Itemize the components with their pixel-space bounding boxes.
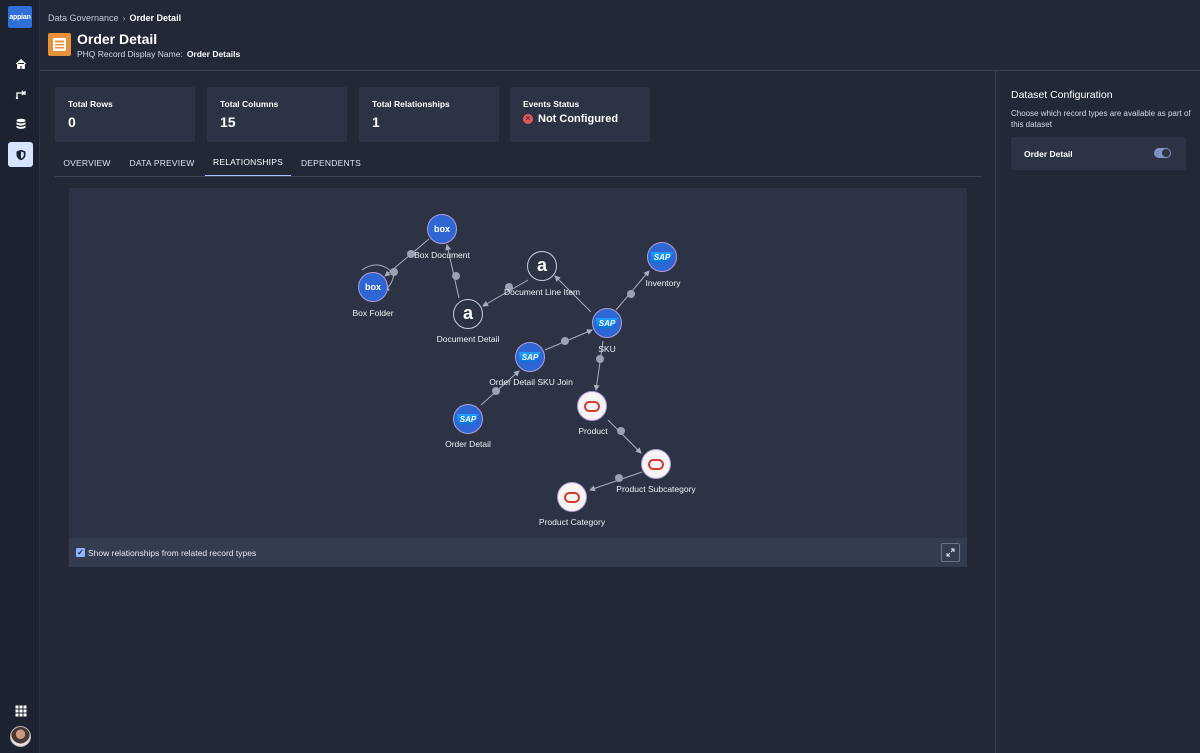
edge <box>607 419 642 454</box>
show-related-checkbox[interactable]: ✓ <box>76 548 85 557</box>
node-document-detail[interactable]: a <box>453 299 483 329</box>
node-label: Product Category <box>538 517 606 527</box>
node-document-line-item[interactable]: a <box>527 251 557 281</box>
oracle-icon <box>564 491 580 503</box>
dataset-row-label: Order Detail <box>1024 149 1073 159</box>
tab-dependents[interactable]: DEPENDENTS <box>295 148 367 177</box>
sap-icon: SAP <box>650 251 674 263</box>
page-title: Order Detail <box>77 31 158 47</box>
home-icon[interactable] <box>8 51 33 76</box>
node-sku[interactable]: SAP <box>592 308 622 338</box>
node-label: Box Folder <box>352 308 394 318</box>
oracle-icon <box>584 400 600 412</box>
node-label: Order Detail SKU Join <box>489 377 573 387</box>
stat-card-total-rows: Total Rows 0 <box>55 87 195 142</box>
subtitle-label: PHQ Record Display Name: <box>77 49 183 59</box>
stat-value: Not Configured <box>538 113 619 125</box>
tab-data-preview[interactable]: DATA PREVIEW <box>123 148 201 177</box>
sap-icon: SAP <box>595 317 619 329</box>
node-label: Document Detail <box>436 334 500 344</box>
tab-overview[interactable]: OVERVIEW <box>55 148 119 177</box>
stat-card-total-relationships: Total Relationships 1 <box>359 87 499 142</box>
node-label: Product <box>578 426 608 436</box>
node-label: SKU <box>598 344 616 354</box>
sap-icon: SAP <box>456 413 480 425</box>
breadcrumb-current: Order Detail <box>129 13 182 23</box>
link-icon <box>596 355 604 363</box>
link-icon <box>390 268 398 276</box>
avatar[interactable] <box>10 726 31 747</box>
expand-button[interactable] <box>941 543 960 562</box>
appian-logo[interactable]: appian <box>8 6 32 28</box>
dataset-row: Order Detail <box>1011 137 1186 170</box>
stat-value: 0 <box>68 114 76 130</box>
stat-value: 15 <box>220 114 236 130</box>
breadcrumb-parent-link[interactable]: Data Governance <box>48 13 119 23</box>
node-product[interactable] <box>577 391 607 421</box>
apps-grid-icon[interactable] <box>8 698 33 723</box>
appian-icon: a <box>536 255 547 275</box>
dataset-toggle[interactable] <box>1154 148 1171 158</box>
link-icon <box>452 272 460 280</box>
sap-icon: SAP <box>518 351 542 363</box>
box-icon: box <box>433 224 450 234</box>
node-label: Product Subcategory <box>616 484 696 494</box>
link-icon <box>627 290 635 298</box>
dataset-configuration-panel: Dataset Configuration Choose which recor… <box>995 71 1200 753</box>
stat-label: Total Columns <box>220 99 279 109</box>
panel-title: Dataset Configuration <box>1011 89 1113 101</box>
status-badge: × Not Configured <box>523 113 637 125</box>
graph-footer: ✓ Show relationships from related record… <box>69 538 967 567</box>
page-subtitle: PHQ Record Display Name: Order Details <box>77 49 240 59</box>
breadcrumb-separator: › <box>122 13 126 23</box>
node-order-detail-sku-join[interactable]: SAP <box>515 342 545 372</box>
stat-label: Total Rows <box>68 99 113 109</box>
shield-icon[interactable] <box>8 142 33 167</box>
node-label: Box Document <box>414 250 470 260</box>
breadcrumb: Data Governance › Order Detail <box>48 13 181 23</box>
node-inventory[interactable]: SAP <box>647 242 677 272</box>
relationship-connector-icons <box>390 250 635 482</box>
record-type-icon <box>48 33 71 56</box>
link-icon <box>615 474 623 482</box>
stat-card-total-columns: Total Columns 15 <box>207 87 347 142</box>
node-order-detail[interactable]: SAP <box>453 404 483 434</box>
expand-icon <box>946 548 955 557</box>
oracle-icon <box>648 458 664 470</box>
link-icon <box>492 387 500 395</box>
tabs-divider <box>55 176 981 177</box>
tab-relationships[interactable]: RELATIONSHIPS <box>205 148 291 177</box>
node-label: Order Detail <box>445 439 491 449</box>
appian-icon: a <box>462 303 473 323</box>
stat-card-events-status: Events Status × Not Configured <box>510 87 650 142</box>
subtitle-value: Order Details <box>186 49 241 59</box>
node-label: Document Line Item <box>503 287 581 297</box>
node-product-subcategory[interactable] <box>641 449 671 479</box>
node-box-document[interactable]: box <box>427 214 457 244</box>
process-icon[interactable] <box>8 81 33 106</box>
stat-label: Total Relationships <box>372 99 450 109</box>
error-icon: × <box>523 114 533 124</box>
link-icon <box>561 337 569 345</box>
stat-value: 1 <box>372 114 380 130</box>
stat-label: Events Status <box>523 99 580 109</box>
node-product-category[interactable] <box>557 482 587 512</box>
database-icon[interactable] <box>8 111 33 136</box>
node-label: Inventory <box>645 278 681 288</box>
relationship-graph[interactable]: box Box Document box Box Folder a Docume… <box>69 188 967 538</box>
panel-description: Choose which record types are available … <box>1011 109 1191 129</box>
node-box-folder[interactable]: box <box>358 272 388 302</box>
link-icon <box>617 427 625 435</box>
show-related-label[interactable]: Show relationships from related record t… <box>88 548 256 558</box>
left-nav-rail: appian <box>0 0 40 753</box>
box-icon: box <box>364 282 381 292</box>
